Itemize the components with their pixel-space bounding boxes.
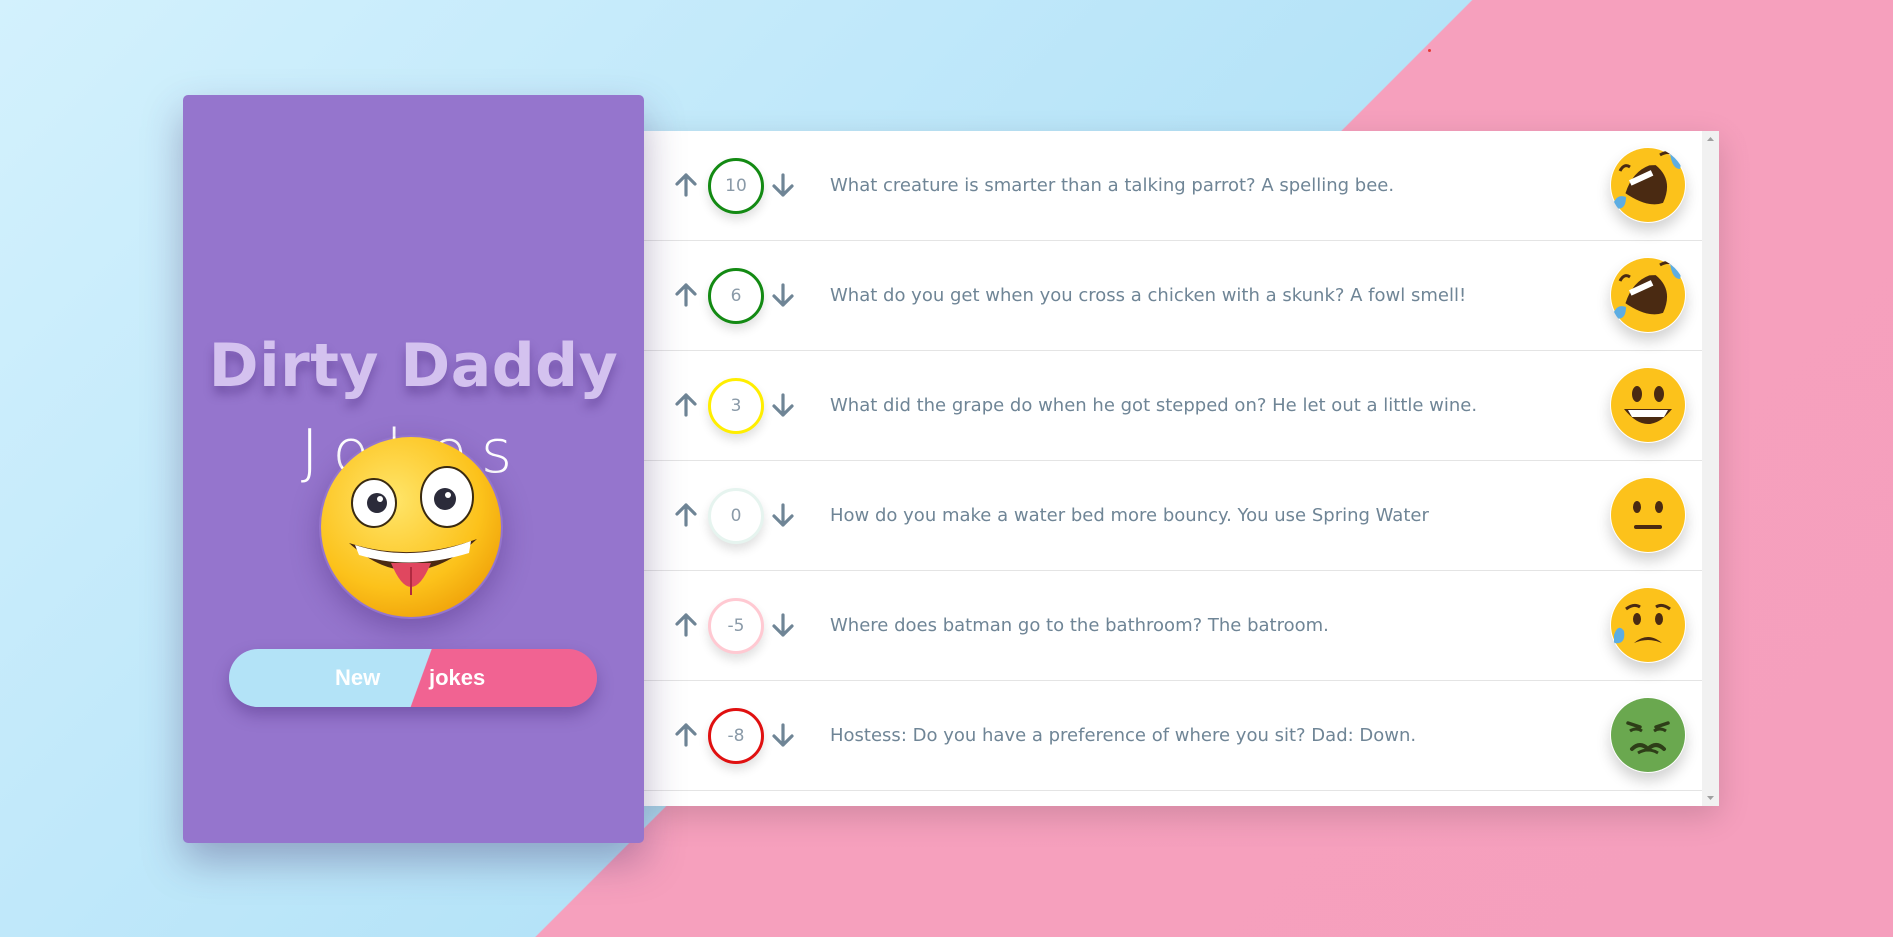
joke-score: 0 <box>708 488 764 544</box>
joke-text: Where does batman go to the bathroom? Th… <box>830 615 1329 636</box>
joke-score: 10 <box>708 158 764 214</box>
joke-row: 0 How do you make a water bed more bounc… <box>644 461 1702 571</box>
downvote-arrow-icon[interactable] <box>771 611 795 639</box>
scroll-up-arrow-icon[interactable] <box>1702 131 1719 148</box>
joke-row: -8 Hostess: Do you have a preference of … <box>644 681 1702 791</box>
upvote-arrow-icon[interactable] <box>674 611 698 639</box>
upvote-arrow-icon[interactable] <box>674 281 698 309</box>
downvote-arrow-icon[interactable] <box>771 281 795 309</box>
new-jokes-label-jokes: jokes <box>429 665 486 690</box>
downvote-arrow-icon[interactable] <box>771 391 795 419</box>
downvote-arrow-icon[interactable] <box>771 171 795 199</box>
joke-text: Hostess: Do you have a preference of whe… <box>830 725 1417 746</box>
app-title: Dirty Daddy <box>208 331 619 401</box>
rolling-on-floor-laughing-icon <box>1611 148 1685 222</box>
joke-row: 3 What did the grape do when he got step… <box>644 351 1702 461</box>
red-dot <box>1428 49 1431 52</box>
joke-row: -5 Where does batman go to the bathroom?… <box>644 571 1702 681</box>
joke-text: What creature is smarter than a talking … <box>830 175 1395 196</box>
grinning-face-icon <box>1611 368 1685 442</box>
rolling-on-floor-laughing-icon <box>1611 258 1685 332</box>
scrollbar[interactable] <box>1702 131 1719 806</box>
sidebar-card: Dirty Daddy Jokes New jokes <box>183 95 644 843</box>
upvote-arrow-icon[interactable] <box>674 171 698 199</box>
joke-row: 6 What do you get when you cross a chick… <box>644 241 1702 351</box>
new-jokes-button[interactable]: New jokes <box>229 649 597 707</box>
nauseated-face-icon <box>1611 698 1685 772</box>
sad-sweat-face-icon <box>1611 588 1685 662</box>
jokes-panel: 10 What creature is smarter than a talki… <box>644 131 1719 806</box>
joke-score: 6 <box>708 268 764 324</box>
joke-score: 3 <box>708 378 764 434</box>
zany-face-icon <box>321 437 501 617</box>
scroll-down-arrow-icon[interactable] <box>1702 789 1719 806</box>
upvote-arrow-icon[interactable] <box>674 721 698 749</box>
joke-text: How do you make a water bed more bouncy.… <box>830 505 1429 526</box>
joke-text: What did the grape do when he got steppe… <box>830 395 1478 416</box>
joke-score: -5 <box>708 598 764 654</box>
downvote-arrow-icon[interactable] <box>771 501 795 529</box>
downvote-arrow-icon[interactable] <box>771 721 795 749</box>
upvote-arrow-icon[interactable] <box>674 391 698 419</box>
jokes-list: 10 What creature is smarter than a talki… <box>644 131 1702 791</box>
joke-row: 10 What creature is smarter than a talki… <box>644 131 1702 241</box>
joke-score: -8 <box>708 708 764 764</box>
joke-text: What do you get when you cross a chicken… <box>830 285 1467 306</box>
new-jokes-label-new: New <box>335 665 381 690</box>
upvote-arrow-icon[interactable] <box>674 501 698 529</box>
neutral-face-icon <box>1611 478 1685 552</box>
